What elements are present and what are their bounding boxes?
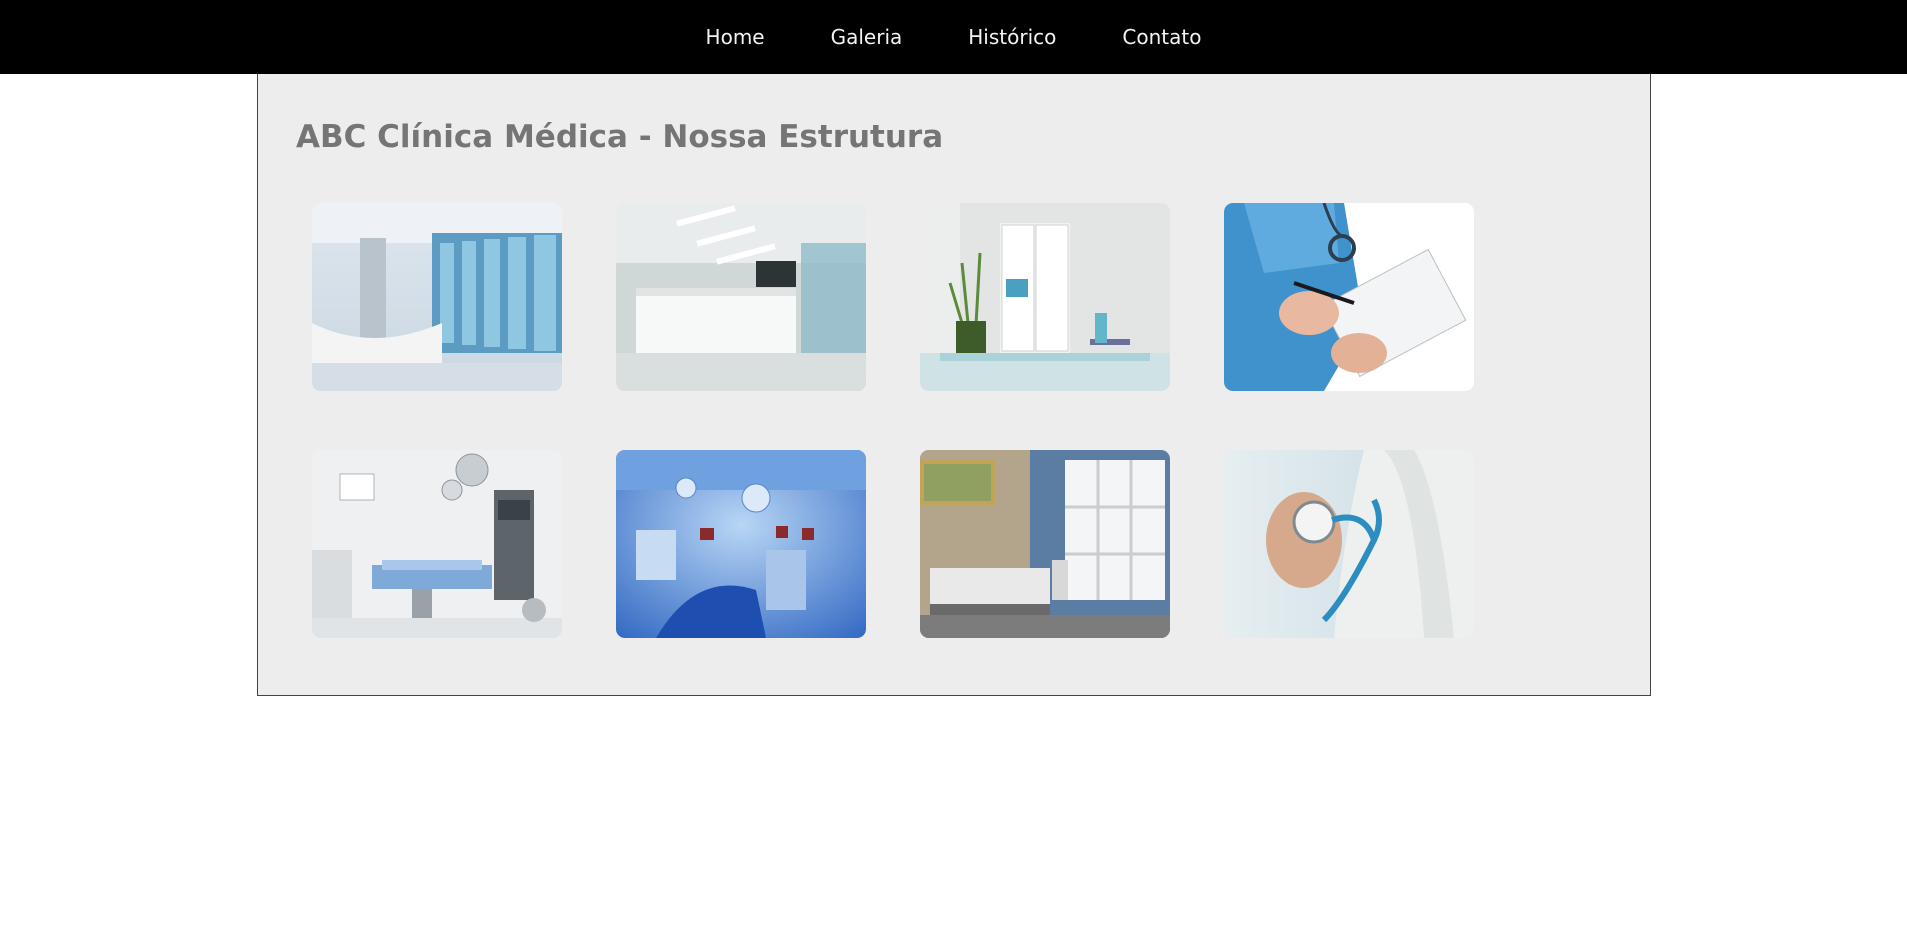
nav-link-galeria[interactable]: Galeria	[798, 0, 936, 74]
operating-room-photo	[312, 450, 562, 638]
doctor-stethoscope-photo	[1224, 450, 1474, 638]
gallery-image-nurse[interactable]	[1224, 203, 1474, 391]
gallery-image-operating-room[interactable]	[312, 450, 562, 638]
exam-room-photo	[920, 450, 1170, 638]
gallery-image-waiting-room[interactable]	[920, 203, 1170, 391]
surgery-room-blue-photo	[616, 450, 866, 638]
main-content-panel: ABC Clínica Médica - Nossa Estrutura	[257, 74, 1651, 696]
top-navigation: Home Galeria Histórico Contato	[0, 0, 1907, 74]
nav-link-historico[interactable]: Histórico	[935, 0, 1089, 74]
gallery-image-exam-room[interactable]	[920, 450, 1170, 638]
gallery-image-doctor[interactable]	[1224, 450, 1474, 638]
reception-curved-desk-photo	[312, 203, 562, 391]
reception-white-desk-photo	[616, 203, 866, 391]
gallery-image-reception-curved[interactable]	[312, 203, 562, 391]
nav-link-home[interactable]: Home	[673, 0, 798, 74]
nav-link-contato[interactable]: Contato	[1089, 0, 1234, 74]
waiting-room-plants-photo	[920, 203, 1170, 391]
gallery-image-surgery-room[interactable]	[616, 450, 866, 638]
gallery-image-reception-white[interactable]	[616, 203, 866, 391]
nurse-clipboard-photo	[1224, 203, 1474, 391]
page-title: ABC Clínica Médica - Nossa Estrutura	[296, 119, 944, 155]
